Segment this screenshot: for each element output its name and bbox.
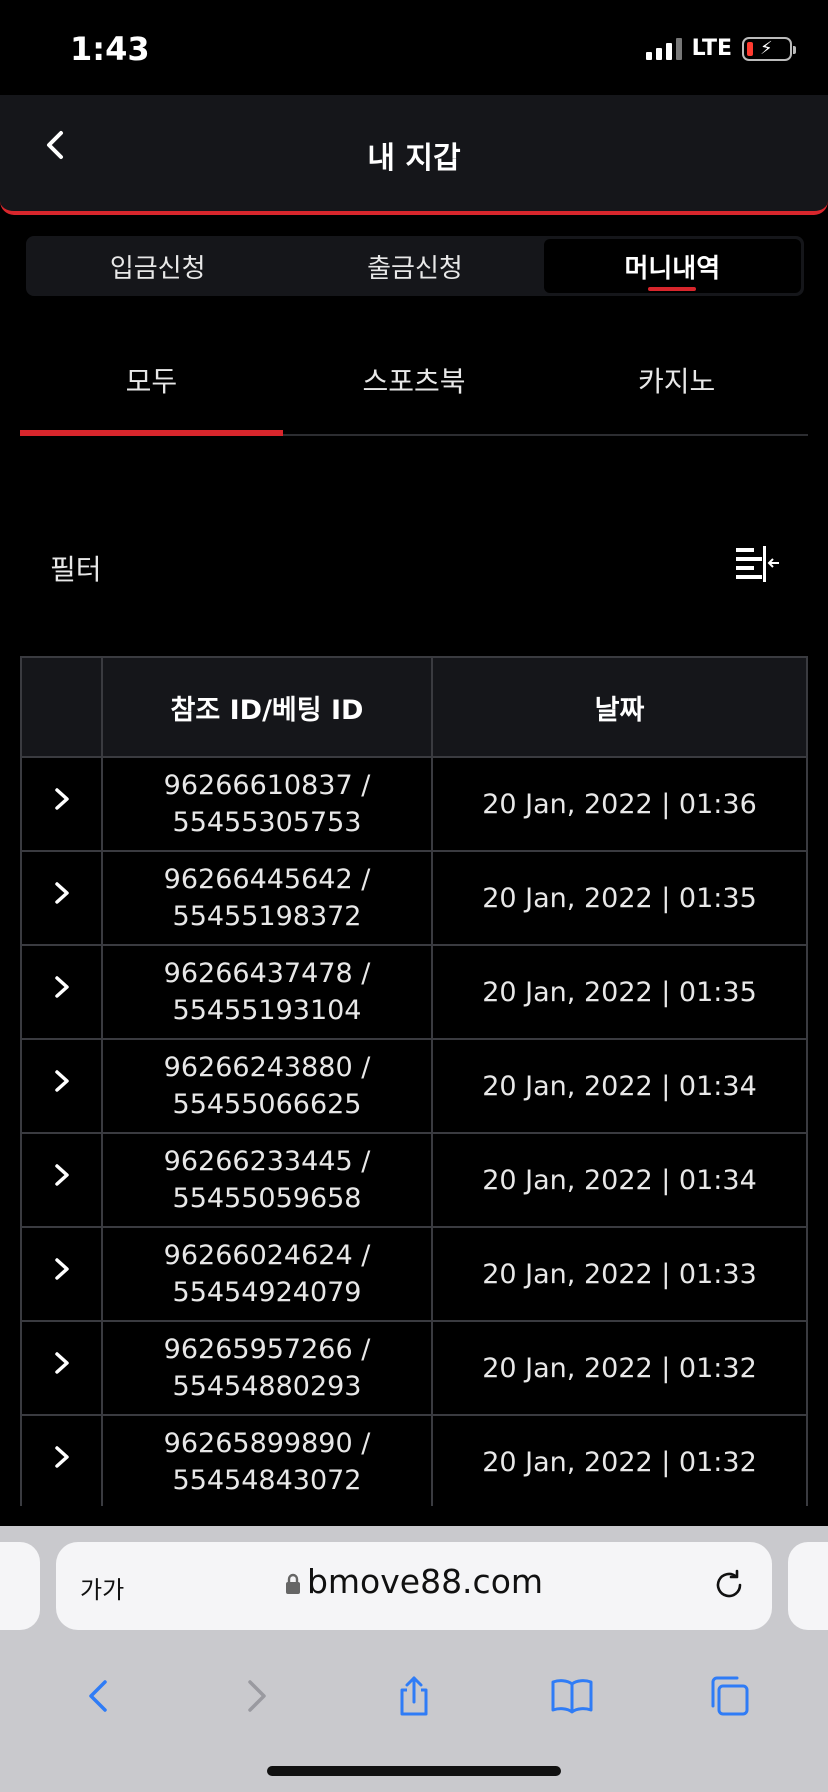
date-cell: 20 Jan, 2022 | 01:35 <box>431 850 808 946</box>
filter-label: 필터 <box>50 553 102 586</box>
row-expand-button[interactable] <box>20 1320 103 1416</box>
date-cell: 20 Jan, 2022 | 01:34 <box>431 1038 808 1134</box>
chevron-right-icon <box>54 1446 69 1468</box>
page-title: 내 지갑 <box>367 141 461 176</box>
tabs-button[interactable] <box>699 1666 759 1726</box>
lock-icon <box>285 1573 300 1594</box>
ref-id-cell: 96266610837 /55455305753 <box>101 756 433 852</box>
chevron-right-icon <box>248 1680 267 1712</box>
ref-id-cell: 96266437478 /55455193104 <box>101 944 433 1040</box>
chevron-right-icon <box>54 1258 69 1280</box>
date-cell: 20 Jan, 2022 | 01:32 <box>431 1414 808 1506</box>
browser-chrome: 가가 bmove88.com <box>0 1526 828 1792</box>
ref-id-cell: 96266243880 /55455066625 <box>101 1038 433 1134</box>
table-row[interactable]: 96265957266 /55454880293 20 Jan, 2022 | … <box>20 1320 808 1416</box>
book-icon <box>551 1679 593 1714</box>
table-row[interactable]: 96266243880 /55455066625 20 Jan, 2022 | … <box>20 1038 808 1134</box>
status-time: 1:43 <box>70 30 150 68</box>
tab-withdraw-request[interactable]: 출금신청 <box>286 239 543 293</box>
date-cell: 20 Jan, 2022 | 01:34 <box>431 1132 808 1228</box>
bookmarks-button[interactable] <box>542 1666 602 1726</box>
tab-casino[interactable]: 카지노 <box>545 340 808 434</box>
battery-icon: ⚡ <box>742 36 796 61</box>
table-row[interactable]: 96266610837 /55455305753 20 Jan, 2022 | … <box>20 756 808 852</box>
table-row[interactable]: 96266445642 /55455198372 20 Jan, 2022 | … <box>20 850 808 946</box>
row-expand-button[interactable] <box>20 1132 103 1228</box>
browser-back-button[interactable] <box>69 1666 129 1726</box>
header-expand <box>20 656 103 758</box>
row-expand-button[interactable] <box>20 944 103 1040</box>
row-expand-button[interactable] <box>20 756 103 852</box>
share-icon <box>400 1676 428 1716</box>
table-row[interactable]: 96266437478 /55455193104 20 Jan, 2022 | … <box>20 944 808 1040</box>
chevron-right-icon <box>54 1070 69 1092</box>
header-ref-id: 참조 ID/베팅 ID <box>101 656 433 758</box>
status-indicators: LTE ⚡ <box>645 36 796 61</box>
category-tabs: 모두 스포츠북 카지노 <box>20 340 808 436</box>
previous-tab-preview[interactable] <box>0 1542 40 1630</box>
ref-id-cell: 96266024624 /55454924079 <box>101 1226 433 1322</box>
ref-id-cell: 96265899890 /55454843072 <box>101 1414 433 1506</box>
tab-money-history[interactable]: 머니내역 <box>543 239 801 293</box>
row-expand-button[interactable] <box>20 1038 103 1134</box>
network-label: LTE <box>691 36 732 61</box>
tab-all[interactable]: 모두 <box>20 340 283 436</box>
chevron-left-icon <box>89 1680 107 1712</box>
browser-toolbar <box>0 1646 828 1746</box>
address-bar[interactable]: 가가 bmove88.com <box>56 1542 772 1630</box>
table-row[interactable]: 96266233445 /55455059658 20 Jan, 2022 | … <box>20 1132 808 1228</box>
home-indicator[interactable] <box>267 1766 561 1776</box>
page-header: 내 지갑 <box>0 95 828 215</box>
share-button[interactable] <box>384 1666 444 1726</box>
ref-id-cell: 96266233445 /55455059658 <box>101 1132 433 1228</box>
reload-icon[interactable] <box>712 1568 746 1602</box>
table-row[interactable]: 96266024624 /55454924079 20 Jan, 2022 | … <box>20 1226 808 1322</box>
money-history-table: 참조 ID/베팅 ID 날짜 96266610837 /55455305753 … <box>20 656 808 1506</box>
chevron-right-icon <box>54 1164 69 1186</box>
chevron-right-icon <box>54 1352 69 1374</box>
row-expand-button[interactable] <box>20 1226 103 1322</box>
date-cell: 20 Jan, 2022 | 01:36 <box>431 756 808 852</box>
date-cell: 20 Jan, 2022 | 01:33 <box>431 1226 808 1322</box>
status-bar: 1:43 LTE ⚡ <box>0 0 828 95</box>
chevron-right-icon <box>54 788 69 810</box>
url-display[interactable]: bmove88.com <box>56 1562 772 1601</box>
tab-deposit-request[interactable]: 입금신청 <box>29 239 286 293</box>
next-tab-preview[interactable] <box>788 1542 828 1630</box>
header-date: 날짜 <box>431 656 808 758</box>
chevron-right-icon <box>54 976 69 998</box>
tab-sportsbook[interactable]: 스포츠북 <box>283 340 546 434</box>
row-expand-button[interactable] <box>20 850 103 946</box>
ref-id-cell: 96265957266 /55454880293 <box>101 1320 433 1416</box>
tabs-icon <box>711 1676 749 1716</box>
url-text: bmove88.com <box>306 1562 544 1601</box>
filter-collapse-icon[interactable] <box>734 544 780 584</box>
date-cell: 20 Jan, 2022 | 01:32 <box>431 1320 808 1416</box>
browser-forward-button[interactable] <box>226 1666 286 1726</box>
chevron-right-icon <box>54 882 69 904</box>
date-cell: 20 Jan, 2022 | 01:35 <box>431 944 808 1040</box>
table-header-row: 참조 ID/베팅 ID 날짜 <box>20 656 808 758</box>
ref-id-cell: 96266445642 /55455198372 <box>101 850 433 946</box>
wallet-segment: 입금신청 출금신청 머니내역 <box>26 236 804 296</box>
row-expand-button[interactable] <box>20 1414 103 1506</box>
table-row[interactable]: 96265899890 /55454843072 20 Jan, 2022 | … <box>20 1414 808 1506</box>
signal-icon <box>645 37 682 60</box>
